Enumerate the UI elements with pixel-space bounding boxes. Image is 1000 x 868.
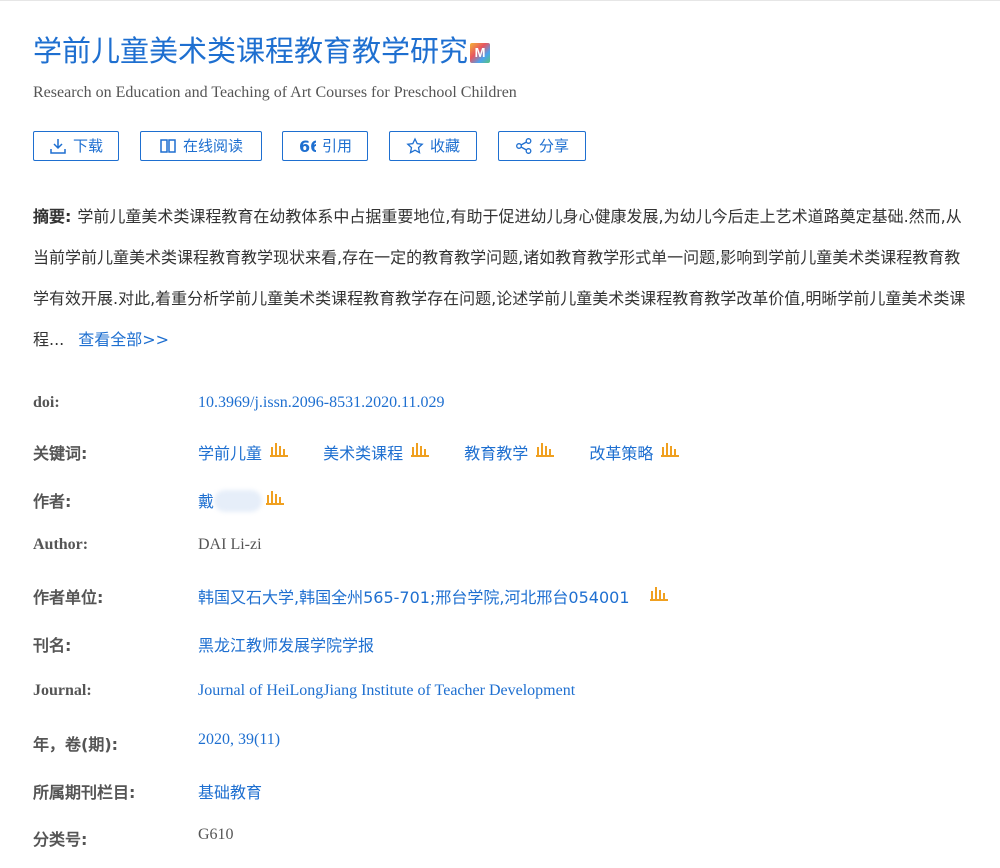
abstract: 摘要: 学前儿童美术类课程教育在幼教体系中占据重要地位,有助于促进幼儿身心健康发展… xyxy=(33,196,968,360)
affiliation-row: 作者单位: 韩国又石大学,韩国全州565-701;邢台学院,河北邢台054001 xyxy=(33,584,973,608)
download-label: 下载 xyxy=(72,137,103,155)
journal-en-label: Journal: xyxy=(33,682,92,699)
redacted-name xyxy=(214,490,263,512)
year-row: 年，卷(期): 2020, 39(11) xyxy=(33,731,973,755)
cite-button[interactable]: 66 引用 xyxy=(282,131,368,161)
abstract-label: 摘要: xyxy=(33,207,72,226)
share-label: 分享 xyxy=(538,137,569,155)
doi-row: doi: 10.3969/j.issn.2096-8531.2020.11.02… xyxy=(33,394,973,418)
abstract-text: 学前儿童美术类课程教育在幼教体系中占据重要地位,有助于促进幼儿身心健康发展,为幼… xyxy=(33,207,966,349)
bar-chart-icon[interactable] xyxy=(411,441,430,457)
keywords-list: 学前儿童 美术类课程 教育教学 改革策略 xyxy=(198,440,709,464)
download-icon xyxy=(50,139,66,154)
bar-chart-icon[interactable] xyxy=(270,441,289,457)
bar-chart-icon[interactable] xyxy=(266,489,285,505)
column-row: 所属期刊栏目: 基础教育 xyxy=(33,779,973,803)
author-en-value: DAI Li-zi xyxy=(198,536,262,553)
read-online-button[interactable]: 在线阅读 xyxy=(140,131,262,161)
doi-label: doi: xyxy=(33,394,60,411)
favorite-label: 收藏 xyxy=(429,137,460,155)
keyword-item[interactable]: 改革策略 xyxy=(589,441,680,463)
star-icon xyxy=(406,137,424,154)
download-button[interactable]: 下载 xyxy=(33,131,119,161)
svg-text:66: 66 xyxy=(299,137,316,155)
journal-label: 刊名: xyxy=(33,636,72,655)
column-label: 所属期刊栏目: xyxy=(33,783,136,802)
m-badge-icon[interactable]: M xyxy=(470,43,491,63)
page-title: 学前儿童美术类课程教育教学研究 M xyxy=(33,28,491,70)
quote-icon: 66 xyxy=(299,137,316,155)
keyword-item[interactable]: 教育教学 xyxy=(464,441,555,463)
share-icon xyxy=(516,138,532,154)
top-divider xyxy=(0,0,1000,1)
book-icon xyxy=(160,139,176,153)
keywords-row: 关键词: 学前儿童 美术类课程 教育教学 改革策略 xyxy=(33,440,973,464)
cite-label: 引用 xyxy=(321,137,352,155)
journal-link[interactable]: 黑龙江教师发展学院学报 xyxy=(198,632,374,656)
author-label: 作者: xyxy=(33,492,72,511)
year-link[interactable]: 2020, 39(11) xyxy=(198,731,280,749)
class-value: G610 xyxy=(198,826,234,843)
author-link[interactable]: 戴 xyxy=(198,488,285,512)
bar-chart-icon[interactable] xyxy=(661,441,680,457)
affiliation-link[interactable]: 韩国又石大学,韩国全州565-701;邢台学院,河北邢台054001 xyxy=(198,584,668,608)
bar-chart-icon[interactable] xyxy=(536,441,555,457)
class-label: 分类号: xyxy=(33,830,88,849)
bar-chart-icon[interactable] xyxy=(649,585,668,601)
view-all-link[interactable]: 查看全部>> xyxy=(78,330,169,349)
favorite-button[interactable]: 收藏 xyxy=(389,131,477,161)
column-link[interactable]: 基础教育 xyxy=(198,779,262,803)
journal-en-row: Journal: Journal of HeiLongJiang Institu… xyxy=(33,682,973,706)
keywords-label: 关键词: xyxy=(33,444,88,463)
author-en-row: Author: DAI Li-zi xyxy=(33,536,973,560)
read-online-label: 在线阅读 xyxy=(182,137,243,155)
journal-en-link[interactable]: Journal of HeiLongJiang Institute of Tea… xyxy=(198,682,575,700)
affiliation-label: 作者单位: xyxy=(33,588,104,607)
keyword-item[interactable]: 美术类课程 xyxy=(323,441,430,463)
class-row: 分类号: G610 xyxy=(33,826,973,850)
author-en-label: Author: xyxy=(33,536,89,553)
journal-row: 刊名: 黑龙江教师发展学院学报 xyxy=(33,632,973,656)
share-button[interactable]: 分享 xyxy=(498,131,586,161)
author-row: 作者: 戴 xyxy=(33,488,973,512)
page-subtitle: Research on Education and Teaching of Ar… xyxy=(33,84,517,101)
keyword-item[interactable]: 学前儿童 xyxy=(198,441,289,463)
doi-link[interactable]: 10.3969/j.issn.2096-8531.2020.11.029 xyxy=(198,394,445,412)
year-label: 年，卷(期): xyxy=(33,735,119,754)
